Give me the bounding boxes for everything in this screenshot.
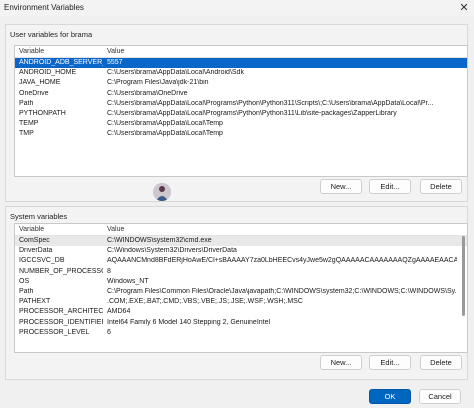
table-row[interactable]: ANDROID_HOME C:\Users\brama\AppData\Local… (15, 68, 467, 78)
table-row[interactable]: ComSpec C:\WINDOWS\system32\cmd.exe (15, 236, 467, 247)
system-variables-list[interactable]: Variable Value ComSpec C:\WINDOWS\system3… (14, 223, 468, 353)
variable-name: Path (19, 287, 34, 295)
variable-value: C:\Program Files\Java\jdk-21\bin (107, 79, 209, 87)
variable-value: C:\Users\brama\AppData\Local\Android\Sdk (107, 69, 244, 77)
avatar (153, 183, 171, 201)
variable-name: OneDrive (19, 89, 49, 97)
variable-name: JAVA_HOME (19, 79, 61, 87)
variable-value: AMD64 (107, 308, 131, 316)
variable-value: .COM;.EXE;.BAT;.CMD;.VBS;.VBE;.JS;.JSE;.… (107, 298, 303, 306)
variable-value: C:\Users\brama\AppData\Local\Programs\Py… (107, 109, 397, 117)
variable-name: TEMP (19, 120, 39, 128)
variable-name: NUMBER_OF_PROCESSORS (19, 267, 103, 275)
title-bar: Environment Variables ✕ (0, 0, 474, 16)
table-row[interactable]: DriverData C:\Windows\System32\Drivers\Dr… (15, 246, 467, 256)
table-row[interactable]: IGCCSVC_DB AQAAANCMnd8BFdERjHoAwE/Cl+sBAA… (15, 256, 467, 266)
variable-name: Path (19, 99, 34, 107)
column-header-value[interactable]: Value (107, 48, 457, 55)
variable-name: TMP (19, 130, 34, 138)
variable-name: ANDROID_HOME (19, 69, 77, 77)
table-row[interactable]: PROCESSOR_ARCHITECTU... AMD64 (15, 307, 467, 317)
variable-value: C:\Users\brama\OneDrive (107, 89, 188, 97)
variable-name: IGCCSVC_DB (19, 257, 65, 265)
system-new-button[interactable]: New... (320, 355, 362, 370)
table-row[interactable]: Path C:\Program Files\Common Files\Oracle… (15, 287, 467, 297)
user-new-button[interactable]: New... (320, 179, 362, 194)
table-row[interactable]: OS Windows_NT (15, 277, 467, 287)
table-row[interactable]: Path C:\Users\brama\AppData\Local\Program… (15, 99, 467, 109)
list-header: Variable Value (15, 46, 467, 58)
variable-name: ComSpec (19, 237, 50, 244)
variable-name: PROCESSOR_ARCHITECTU... (19, 308, 103, 316)
user-edit-button[interactable]: Edit... (369, 179, 411, 194)
variable-value: C:\WINDOWS\system32\cmd.exe (107, 237, 212, 244)
variable-value: C:\Users\brama\AppData\Local\Temp (107, 120, 223, 128)
variable-name: OS (19, 277, 30, 285)
variable-value: C:\Program Files\Common Files\Oracle\Jav… (107, 287, 457, 295)
variable-name: PATHEXT (19, 298, 51, 306)
close-icon[interactable]: ✕ (458, 2, 470, 14)
user-variables-group: User variables for brama Variable Value … (5, 24, 468, 202)
table-row[interactable]: PYTHONPATH C:\Users\brama\AppData\Local\P… (15, 109, 467, 119)
column-header-variable[interactable]: Variable (19, 226, 103, 233)
variable-name: PYTHONPATH (19, 109, 66, 117)
variable-value: C:\Users\brama\AppData\Local\Temp (107, 130, 223, 138)
variable-name: DriverData (19, 247, 53, 255)
variable-value: Windows_NT (107, 277, 149, 285)
variable-value: 6 (107, 328, 111, 336)
vertical-scrollbar[interactable] (462, 236, 465, 316)
table-row[interactable]: NUMBER_OF_PROCESSORS 8 (15, 267, 467, 277)
table-row[interactable]: TEMP C:\Users\brama\AppData\Local\Temp (15, 119, 467, 129)
list-header: Variable Value (15, 224, 467, 236)
table-row[interactable]: PATHEXT .COM;.EXE;.BAT;.CMD;.VBS;.VBE;.JS… (15, 297, 467, 307)
table-row[interactable]: PROCESSOR_IDENTIFIER Intel64 Family 6 Mod… (15, 318, 467, 328)
table-row[interactable]: ANDROID_ADB_SERVER_P... 5557 (15, 58, 467, 69)
window-title: Environment Variables (4, 3, 84, 12)
system-delete-button[interactable]: Delete (420, 355, 462, 370)
variable-value: C:\Users\brama\AppData\Local\Programs\Py… (107, 99, 434, 107)
table-row[interactable]: OneDrive C:\Users\brama\OneDrive (15, 89, 467, 99)
user-delete-button[interactable]: Delete (420, 179, 462, 194)
variable-name: PROCESSOR_IDENTIFIER (19, 318, 103, 326)
variable-name: PROCESSOR_LEVEL (19, 328, 90, 336)
table-row[interactable]: PROCESSOR_LEVEL 6 (15, 328, 467, 338)
variable-value: 5557 (107, 59, 123, 66)
variable-name: ANDROID_ADB_SERVER_P... (19, 59, 103, 66)
variable-value: AQAAANCMnd8BFdERjHoAwE/Cl+sBAAAAY7za0LbH… (107, 257, 457, 265)
table-row[interactable]: JAVA_HOME C:\Program Files\Java\jdk-21\bi… (15, 78, 467, 88)
variable-value: 8 (107, 267, 111, 275)
variable-value: Intel64 Family 6 Model 140 Stepping 2, G… (107, 318, 271, 326)
table-row[interactable]: TMP C:\Users\brama\AppData\Local\Temp (15, 129, 467, 139)
system-variables-group: System variables Variable Value ComSpec C… (5, 206, 468, 380)
user-variables-list[interactable]: Variable Value ANDROID_ADB_SERVER_P... 55… (14, 45, 468, 177)
cancel-button[interactable]: Cancel (419, 389, 461, 404)
system-variables-label: System variables (10, 212, 68, 221)
ok-button[interactable]: OK (369, 389, 411, 404)
user-variables-label: User variables for brama (10, 30, 93, 39)
variable-value: C:\Windows\System32\Drivers\DriverData (107, 247, 237, 255)
system-edit-button[interactable]: Edit... (369, 355, 411, 370)
column-header-variable[interactable]: Variable (19, 48, 103, 55)
column-header-value[interactable]: Value (107, 226, 457, 233)
